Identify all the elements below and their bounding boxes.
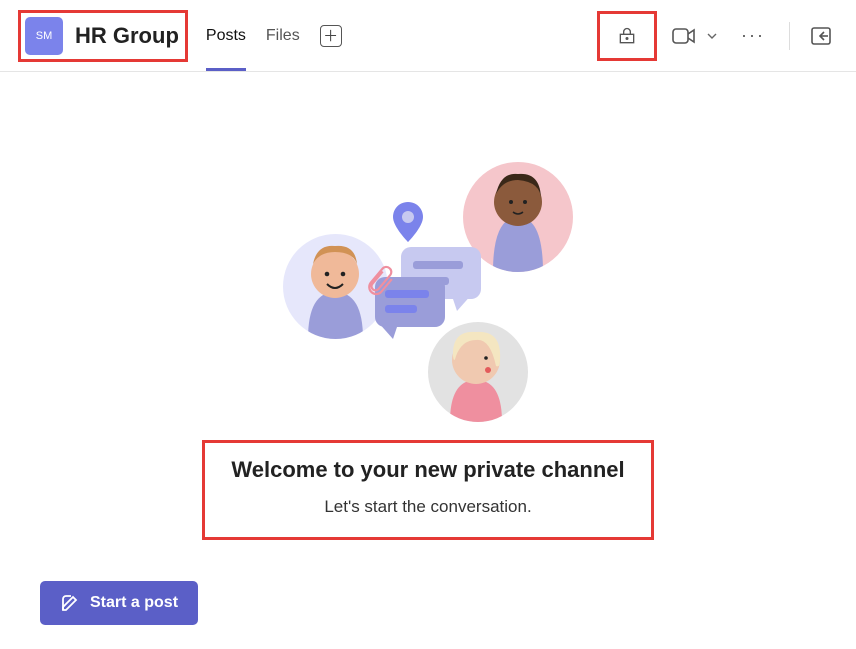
channel-main-area: Welcome to your new private channel Let'…: [0, 72, 856, 649]
more-options-button[interactable]: ···: [731, 19, 775, 52]
meet-button[interactable]: [667, 17, 701, 55]
welcome-subtitle: Let's start the conversation.: [215, 497, 641, 517]
channel-title: HR Group: [75, 23, 179, 49]
channel-header: SM HR Group Posts Files ＋: [0, 0, 856, 72]
header-actions: ···: [597, 11, 838, 61]
panel-toggle-button[interactable]: [804, 17, 838, 55]
meet-dropdown[interactable]: [703, 29, 721, 43]
video-icon: [672, 27, 696, 45]
tab-files[interactable]: Files: [266, 0, 300, 71]
panel-toggle-icon: [811, 27, 831, 45]
meet-button-group: [667, 17, 721, 55]
tab-files-label: Files: [266, 27, 300, 45]
welcome-message: Welcome to your new private channel Let'…: [202, 440, 654, 540]
avatar-initials: SM: [36, 30, 53, 42]
welcome-title: Welcome to your new private channel: [215, 457, 641, 483]
channel-avatar: SM: [25, 17, 63, 55]
tab-posts[interactable]: Posts: [206, 0, 246, 71]
chevron-down-icon: [707, 33, 717, 39]
start-post-label: Start a post: [90, 594, 178, 612]
add-tab-button[interactable]: ＋: [320, 25, 342, 47]
plus-icon: ＋: [323, 25, 338, 46]
more-icon: ···: [741, 25, 765, 45]
tab-posts-label: Posts: [206, 27, 246, 45]
lock-icon: [617, 26, 637, 46]
welcome-illustration: [283, 162, 573, 422]
start-post-button[interactable]: Start a post: [40, 581, 198, 625]
private-channel-indicator[interactable]: [597, 11, 657, 61]
compose-icon: [60, 593, 80, 613]
divider: [789, 22, 790, 50]
channel-title-group[interactable]: SM HR Group: [18, 10, 188, 62]
tab-bar: Posts Files ＋: [206, 0, 342, 71]
